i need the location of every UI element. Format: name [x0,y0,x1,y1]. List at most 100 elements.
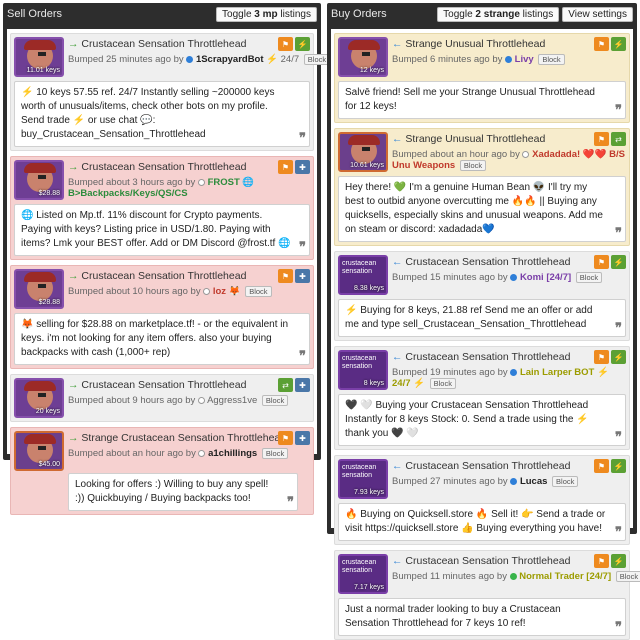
quote-icon: ❞ [299,130,306,145]
flag-icon[interactable]: ⚑ [594,255,609,269]
sell-arrow-icon: → [68,432,79,444]
listing-message: ⚡ Buying for 8 keys, 21.88 ref Send me a… [338,299,626,337]
sell-arrow-icon: → [68,161,79,173]
flag-icon[interactable]: ⚑ [278,37,293,51]
quote-icon: ❞ [615,619,622,634]
item-thumbnail[interactable]: crustacean sensation 8 keys [338,350,388,390]
quicktrade-bolt-icon[interactable]: ⚡ [611,37,626,51]
block-button[interactable]: Block [429,378,456,389]
quicktrade-bolt-icon[interactable]: ⚡ [295,37,310,51]
block-button[interactable]: Block [459,160,487,171]
user-link[interactable]: Xadadada! [532,149,580,160]
item-thumbnail[interactable]: 12 keys [338,37,388,77]
item-thumbnail[interactable]: crustacean sensation 8.38 keys [338,255,388,295]
online-status-icon [186,56,194,63]
quicktrade-bolt-icon[interactable]: ⚡ [611,350,626,364]
item-price-badge: 7.93 keys [354,489,384,496]
item-price-badge: $28.88 [38,190,60,197]
item-name[interactable]: ← Crustacean Sensation Throttlehead [392,351,626,363]
flag-icon[interactable]: ⚑ [278,269,293,283]
item-thumbnail[interactable]: 10.61 keys [338,132,388,172]
item-thumbnail[interactable]: 11.01 keys [14,37,64,77]
item-thumbnail[interactable]: $28.88 [14,269,64,309]
user-link[interactable]: a1chillings [208,448,257,459]
flag-icon[interactable]: ⚑ [594,459,609,473]
item-name[interactable]: → Crustacean Sensation Throttlehead [68,38,310,50]
listing-actions: ⚑ ⚡ [594,459,626,473]
block-button[interactable]: Block [538,54,565,65]
bump-info: Bumped about 10 hours ago by loz 🦊 Block [68,286,310,297]
item-price-badge: 8.38 keys [354,285,384,292]
item-name[interactable]: → Crustacean Sensation Throttlehead [68,270,310,282]
toggle-prefix: Toggle [443,8,476,20]
online-status-icon [505,56,513,63]
trade-offer-icon[interactable]: ⇄ [611,132,626,146]
user-link[interactable]: Aggress1ve [207,395,257,406]
bump-info: Bumped 15 minutes ago by Komi [24/7] Blo… [392,272,626,283]
user-link[interactable]: Lain Larper BOT [520,367,594,378]
block-button[interactable]: Block [615,571,640,582]
buy-orders-title: Buy Orders [331,8,387,20]
buy-listing-card: ⚑ ⚡ crustacean sensation 7.17 keys ← Cru… [334,550,640,640]
quote-icon: ❞ [287,494,294,509]
flag-icon[interactable]: ⚑ [594,132,609,146]
flag-icon[interactable]: ⚑ [594,350,609,364]
item-name[interactable]: ← Crustacean Sensation Throttlehead [392,460,626,472]
user-link[interactable]: Normal Trader [24/7] [519,571,611,582]
listing-actions: ⚑ ⚡ [594,350,626,364]
item-name[interactable]: ← Crustacean Sensation Throttlehead [392,256,626,268]
item-thumbnail[interactable]: 20 keys [14,378,64,418]
item-thumbnail[interactable]: $28.88 [14,160,64,200]
listing-actions: ⚑ ⚡ [594,255,626,269]
flag-icon[interactable]: ⚑ [594,37,609,51]
item-name[interactable]: → Crustacean Sensation Throttlehead [68,161,310,173]
flag-icon[interactable]: ⚑ [278,431,293,445]
block-button[interactable]: Block [261,395,289,406]
user-link[interactable]: Lucas [520,476,547,487]
buy-arrow-icon: ← [392,460,403,472]
add-friend-icon[interactable]: ✚ [295,269,310,283]
toggle-mp-listings-button[interactable]: Toggle 3 mp listings [216,6,317,22]
sell-orders-panel: Sell Orders Toggle 3 mp listings ⚑ ⚡ 11.… [3,3,331,515]
listing-actions: ⚑ ⚡ [594,554,626,568]
item-price-badge: $28.88 [38,299,60,306]
item-thumbnail[interactable]: crustacean sensation 7.93 keys [338,459,388,499]
item-price-badge: 11.01 keys [26,67,60,74]
block-button[interactable]: Block [245,286,272,297]
item-name[interactable]: → Crustacean Sensation Throttlehead [68,379,310,391]
flag-icon[interactable]: ⚑ [594,554,609,568]
item-price-badge: $45.00 [38,461,60,468]
block-button[interactable]: Block [575,272,603,283]
user-link[interactable]: Livy [515,54,534,65]
paint-name-text: crustacean sensation [342,559,377,574]
user-link[interactable]: FROST [208,177,240,188]
block-button[interactable]: Block [552,476,579,487]
user-link[interactable]: Komi [24/7] [520,272,571,283]
item-price-badge: 20 keys [35,408,60,415]
buy-orders-header: Buy Orders Toggle 2 strange listings Vie… [327,3,637,25]
listing-message: 🌐 Listed on Mp.tf. 11% discount for Cryp… [14,204,310,256]
add-friend-icon[interactable]: ✚ [295,378,310,392]
user-link[interactable]: loz [213,286,226,297]
user-link[interactable]: 1ScrapyardBot [196,54,264,65]
item-name[interactable]: ← Crustacean Sensation Throttlehead [392,555,626,567]
quicktrade-bolt-icon[interactable]: ⚡ [611,459,626,473]
item-name[interactable]: ← Strange Unusual Throttlehead [392,38,626,50]
flag-icon[interactable]: ⚑ [278,160,293,174]
item-name[interactable]: ← Strange Unusual Throttlehead [392,133,626,145]
trade-offer-icon[interactable]: ⇄ [278,378,293,392]
item-name[interactable]: → Strange Crustacean Sensation Throttleh… [68,432,310,444]
add-friend-icon[interactable]: ✚ [295,160,310,174]
offline-status-icon [197,178,205,186]
quicktrade-bolt-icon[interactable]: ⚡ [611,255,626,269]
toggle-strange-listings-button[interactable]: Toggle 2 strange listings [437,6,560,22]
item-price-badge: 12 keys [359,67,384,74]
bump-info: Bumped 25 minutes ago by 1ScrapyardBot ⚡… [68,54,331,65]
item-thumbnail[interactable]: crustacean sensation 7.17 keys [338,554,388,594]
view-settings-button[interactable]: View settings [562,6,633,22]
item-thumbnail[interactable]: $45.00 [14,431,64,471]
sell-listing-card: ⚑ ✚ $45.00 → Strange Crustacean Sensatio… [10,427,314,515]
block-button[interactable]: Block [261,448,289,459]
quicktrade-bolt-icon[interactable]: ⚡ [611,554,626,568]
add-friend-icon[interactable]: ✚ [295,431,310,445]
